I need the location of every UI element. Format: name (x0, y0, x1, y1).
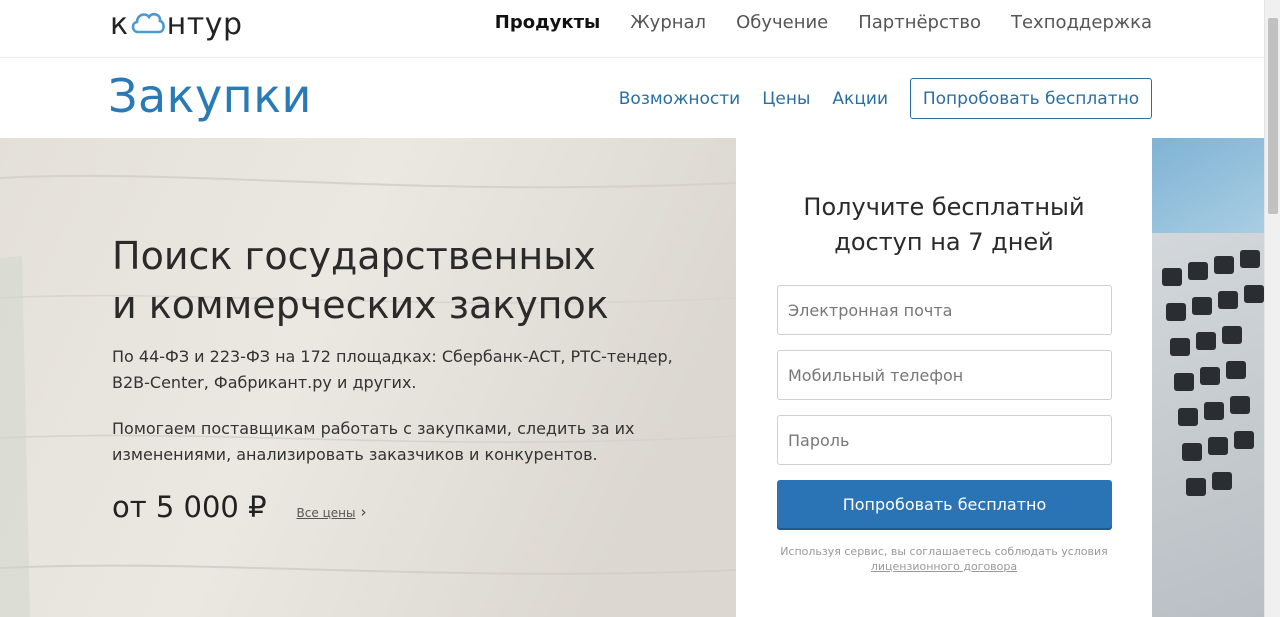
terms-note: Используя сервис, вы соглашаетесь соблюд… (736, 544, 1152, 574)
product-title[interactable]: Закупки (108, 69, 312, 123)
hero-heading-line2: и коммерческих закупок (112, 283, 609, 327)
price-block: от 5 000 ₽ Все цены › (112, 490, 366, 524)
nav-products[interactable]: Продукты (495, 12, 601, 33)
product-nav: Возможности Цены Акции (619, 89, 888, 109)
try-free-button-top[interactable]: Попробовать бесплатно (910, 78, 1152, 119)
nav-promotions[interactable]: Акции (832, 89, 888, 109)
nav-prices[interactable]: Цены (762, 89, 810, 109)
nav-education[interactable]: Обучение (736, 12, 828, 33)
top-header: к нтур Продукты Журнал Обучение Партнёрс… (0, 0, 1264, 58)
password-field[interactable] (777, 415, 1112, 465)
signup-title-line2: доступ на 7 дней (834, 228, 1054, 256)
laptop-image (1152, 138, 1264, 617)
page-scrollbar[interactable] (1264, 0, 1280, 617)
kontur-logo[interactable]: к нтур (110, 4, 243, 44)
product-bar: Закупки Возможности Цены Акции Попробова… (0, 59, 1264, 139)
nav-support[interactable]: Техподдержка (1011, 12, 1152, 33)
price-value: от 5 000 ₽ (112, 490, 267, 524)
phone-field[interactable] (777, 350, 1112, 400)
terms-text: Используя сервис, вы соглашаетесь соблюд… (780, 545, 1108, 558)
license-agreement-link[interactable]: лицензионного договора (871, 560, 1017, 573)
hero-platforms-text: По 44-ФЗ и 223-ФЗ на 172 площадках: Сбер… (112, 347, 673, 392)
signup-title: Получите бесплатный доступ на 7 дней (736, 190, 1152, 260)
logo-text-right: нтур (166, 6, 243, 42)
all-prices-link[interactable]: Все цены (297, 506, 356, 520)
hero-heading: Поиск государственных и коммерческих зак… (112, 232, 672, 330)
hero-benefits-text: Помогаем поставщикам работать с закупкам… (112, 419, 635, 464)
chevron-right-icon[interactable]: › (360, 503, 366, 521)
signup-panel: Получите бесплатный доступ на 7 дней Поп… (736, 138, 1152, 617)
logo-text-left: к (110, 6, 129, 42)
scrollbar-thumb[interactable] (1268, 18, 1278, 214)
hero-heading-line1: Поиск государственных (112, 234, 596, 278)
hero-section: Поиск государственных и коммерческих зак… (0, 138, 1264, 617)
signup-title-line1: Получите бесплатный (803, 193, 1085, 221)
email-field[interactable] (777, 285, 1112, 335)
nav-features[interactable]: Возможности (619, 89, 740, 109)
cloud-icon (130, 8, 166, 36)
top-nav: Продукты Журнал Обучение Партнёрство Тех… (495, 12, 1152, 33)
nav-partnership[interactable]: Партнёрство (858, 12, 981, 33)
nav-journal[interactable]: Журнал (630, 12, 706, 33)
try-free-submit-button[interactable]: Попробовать бесплатно (777, 480, 1112, 528)
